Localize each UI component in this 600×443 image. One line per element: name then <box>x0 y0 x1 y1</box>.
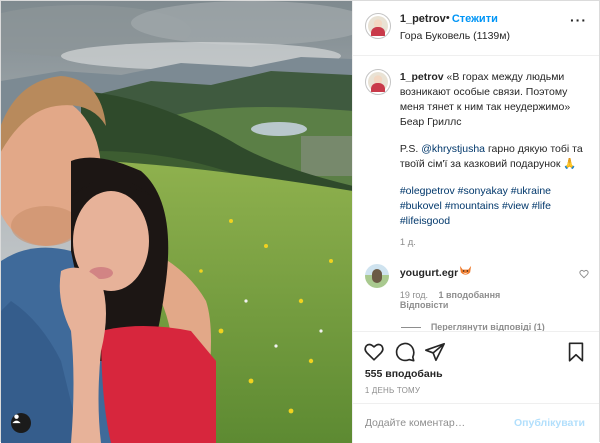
comment-username[interactable]: yougurt.egr <box>400 267 458 279</box>
comment-like-heart-icon[interactable] <box>579 269 589 279</box>
post-sidebar: 1_petrov • Стежити Гора Буковель (1139м)… <box>351 1 599 443</box>
post-viewer: 1_petrov • Стежити Гора Буковель (1139м)… <box>0 0 600 443</box>
reply-button[interactable]: Відповісти <box>400 300 449 310</box>
post-header: 1_petrov • Стежити Гора Буковель (1139м)… <box>352 1 599 56</box>
post-actions: 555 вподобань 1 ДЕНЬ ТОМУ Опублікувати <box>352 331 599 443</box>
paper-plane-icon[interactable] <box>424 341 446 363</box>
praying-hands-emoji-icon: 🙏 <box>563 158 577 170</box>
bookmark-icon[interactable] <box>565 341 587 363</box>
author-avatar[interactable] <box>364 13 391 39</box>
author-username[interactable]: 1_petrov <box>400 13 446 25</box>
heart-outline-icon[interactable] <box>363 341 385 363</box>
likes-count[interactable]: 555 вподобань <box>365 368 443 380</box>
person-tag-icon[interactable] <box>11 413 31 433</box>
comment-likes[interactable]: 1 вподобання <box>439 290 501 300</box>
location-link[interactable]: Гора Буковель (1139м) <box>400 30 510 42</box>
post-photo[interactable] <box>1 1 352 443</box>
more-options-icon[interactable]: ··· <box>570 13 587 27</box>
caption-timestamp[interactable]: 1 д. <box>400 237 416 248</box>
caption-author-avatar[interactable] <box>364 69 391 95</box>
commenter-avatar[interactable] <box>364 264 389 288</box>
hashtags[interactable]: #olegpetrov #sonyakay #ukraine #bukovel … <box>400 184 590 229</box>
mention-link[interactable]: @khrystjusha <box>421 143 485 155</box>
comment-input[interactable] <box>364 417 515 429</box>
publish-comment-button[interactable]: Опублікувати <box>514 417 585 429</box>
mountain-selfie-image <box>1 1 352 443</box>
post-caption: 1_petrov «В горах между людьми возникают… <box>400 70 590 229</box>
speech-bubble-icon[interactable] <box>394 341 416 363</box>
ps-prefix: P.S. <box>399 143 419 155</box>
add-comment-bar: Опублікувати <box>352 403 599 443</box>
follow-button[interactable]: Стежити <box>452 13 498 25</box>
comment-time[interactable]: 19 год. <box>400 290 428 300</box>
separator-dot: • <box>445 12 450 24</box>
caption-username[interactable]: 1_petrov <box>400 71 444 83</box>
fox-emoji-icon <box>459 265 471 275</box>
post-date[interactable]: 1 ДЕНЬ ТОМУ <box>365 386 420 395</box>
comment-meta: 19 год. 1 вподобання <box>400 290 508 300</box>
